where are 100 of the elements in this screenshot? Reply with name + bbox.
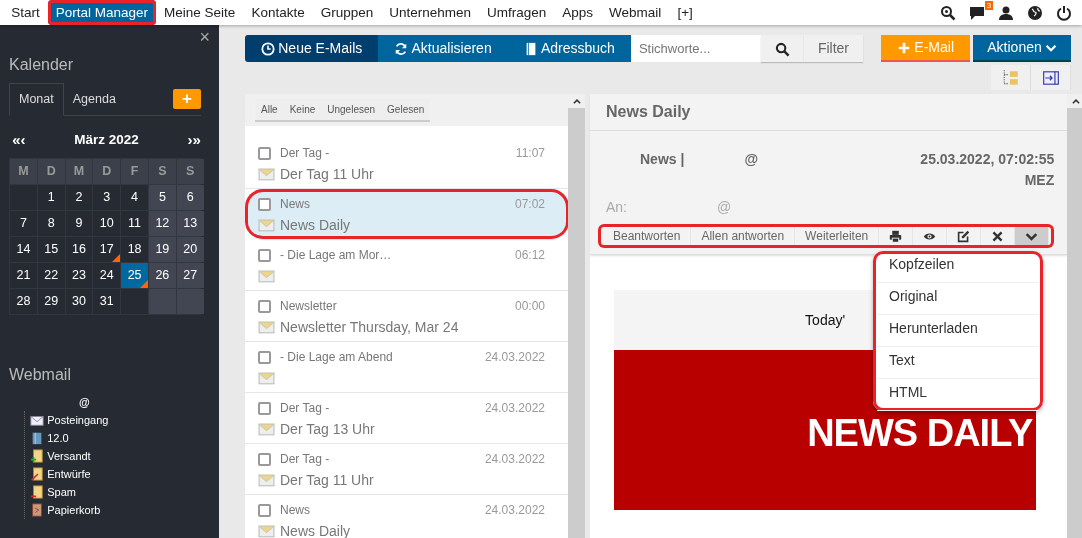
search-button[interactable]: [760, 35, 804, 62]
calendar-day[interactable]: 12: [149, 211, 176, 236]
calendar-day[interactable]: 31: [93, 289, 121, 314]
view-toggle-button[interactable]: [1031, 65, 1071, 91]
refresh-icon: [394, 41, 409, 56]
folder-item[interactable]: Entwürfe: [47, 465, 91, 483]
calendar-day[interactable]: 7: [10, 211, 37, 236]
filter-button[interactable]: Filter: [803, 35, 863, 62]
checkbox[interactable]: [258, 299, 271, 313]
user-icon[interactable]: [998, 4, 1015, 21]
nav-link[interactable]: Start: [3, 0, 48, 25]
email-subject: Der Tag 11 Uhr: [280, 470, 375, 490]
calendar-day[interactable]: 16: [65, 237, 93, 262]
power-icon[interactable]: [1056, 4, 1073, 21]
checkbox[interactable]: [258, 401, 271, 415]
email-sender: Newsletter: [280, 297, 338, 315]
calendar-tab[interactable]: Agenda: [63, 84, 125, 115]
scrollbar[interactable]: [568, 93, 585, 538]
calendar-day[interactable]: 24: [93, 263, 121, 288]
folder-item[interactable]: Versandt: [47, 447, 91, 465]
search-field[interactable]: Stichworte...: [630, 35, 761, 62]
scrollbar[interactable]: [1067, 93, 1082, 538]
menu-item[interactable]: Original: [877, 282, 1039, 315]
menu-item[interactable]: Text: [877, 346, 1039, 379]
checkbox[interactable]: [258, 452, 271, 466]
globe-icon[interactable]: [1027, 4, 1044, 21]
calendar-day[interactable]: 20: [176, 237, 204, 262]
calendar-day[interactable]: 23: [65, 263, 93, 288]
calendar-day[interactable]: 14: [10, 237, 37, 262]
folder-minus-icon: [30, 485, 44, 499]
toolbar-button[interactable]: Aktualisieren: [378, 35, 508, 62]
email-subject: News Daily: [280, 215, 351, 235]
view-toggle-button[interactable]: [991, 65, 1031, 91]
previous-month-button[interactable]: «‹: [12, 129, 26, 152]
menu-item[interactable]: Herunterladen: [877, 314, 1039, 347]
nav-link[interactable]: Gruppen: [312, 0, 382, 25]
menu-item[interactable]: HTML: [877, 378, 1039, 411]
action-button[interactable]: Weiterleiten: [795, 226, 880, 245]
calendar-day[interactable]: 17: [93, 237, 121, 262]
calendar-day[interactable]: 4: [121, 185, 148, 210]
folder-item[interactable]: Spam: [47, 483, 76, 501]
next-month-button[interactable]: ›»: [187, 129, 201, 152]
menu-item[interactable]: Kopfzeilen: [877, 250, 1039, 283]
calendar-day[interactable]: 29: [37, 289, 65, 314]
calendar-day[interactable]: 3: [93, 185, 121, 210]
calendar-day[interactable]: 21: [10, 263, 37, 288]
chat-icon[interactable]: [969, 4, 986, 21]
calendar-day[interactable]: 30: [65, 289, 93, 314]
calendar-day[interactable]: 22: [37, 263, 65, 288]
nav-link[interactable]: Kontakte: [243, 0, 313, 25]
action-button[interactable]: Allen antworten: [691, 226, 796, 245]
actions-button[interactable]: Aktionen: [973, 35, 1071, 62]
calendar-day[interactable]: 26: [149, 263, 176, 288]
weekday-header: S: [176, 159, 204, 184]
checkbox[interactable]: [258, 197, 271, 211]
zoom-icon[interactable]: [940, 4, 957, 21]
checkbox[interactable]: [258, 248, 271, 262]
nav-link[interactable]: Apps: [554, 0, 602, 25]
calendar-day[interactable]: 10: [93, 211, 121, 236]
calendar-title: Kalender: [9, 54, 75, 75]
folder-item[interactable]: Posteingang: [47, 411, 109, 429]
checkbox[interactable]: [258, 503, 271, 517]
calendar-day[interactable]: 5: [149, 185, 176, 210]
calendar-day[interactable]: 2: [65, 185, 93, 210]
action-button[interactable]: Beantworten: [603, 226, 692, 245]
month-title: März 2022: [74, 131, 139, 150]
calendar-day[interactable]: 27: [176, 263, 204, 288]
email-date: 25.03.2022, 07:02:55 MEZ: [919, 149, 1055, 190]
folder-item[interactable]: 12.0: [47, 429, 69, 447]
nav-link[interactable]: Meine Seite: [156, 0, 244, 25]
nav-link[interactable]: Webmail: [601, 0, 670, 25]
nav-link[interactable]: Portal Manager: [47, 0, 157, 25]
calendar-day[interactable]: 8: [37, 211, 65, 236]
email-time: 11:07: [515, 144, 545, 162]
calendar-day[interactable]: 6: [176, 185, 204, 210]
calendar-day[interactable]: 25: [121, 263, 148, 288]
email-sender: - Die Lage am Abend: [280, 348, 394, 366]
email-list-item[interactable]: News 07:02 News Daily: [245, 188, 569, 240]
calendar-day[interactable]: 13: [176, 211, 204, 236]
calendar-day[interactable]: 19: [149, 237, 176, 262]
calendar-day[interactable]: 18: [121, 237, 148, 262]
calendar-day[interactable]: 11: [121, 211, 148, 236]
nav-link[interactable]: Umfragen: [479, 0, 555, 25]
toolbar-button[interactable]: Adressbuch: [507, 35, 631, 62]
email-sender: News: [280, 501, 311, 519]
chevron-down-button[interactable]: [1015, 226, 1050, 245]
checkbox[interactable]: [258, 350, 271, 364]
calendar-tab[interactable]: Monat: [9, 83, 64, 116]
calendar-day[interactable]: 28: [10, 289, 37, 314]
toolbar-button[interactable]: Neue E-Mails: [245, 35, 379, 62]
nav-link[interactable]: Unternehmen: [381, 0, 480, 25]
calendar-day[interactable]: 9: [65, 211, 93, 236]
trash-icon: [30, 503, 44, 517]
calendar-day[interactable]: 1: [37, 185, 65, 210]
folder-pencil-icon: [30, 467, 44, 481]
close-button[interactable]: ×: [199, 28, 210, 47]
nav-link[interactable]: [+]: [669, 0, 701, 25]
calendar-day[interactable]: 15: [37, 237, 65, 262]
folder-item[interactable]: Papierkorb: [47, 501, 101, 519]
checkbox[interactable]: [258, 146, 271, 160]
